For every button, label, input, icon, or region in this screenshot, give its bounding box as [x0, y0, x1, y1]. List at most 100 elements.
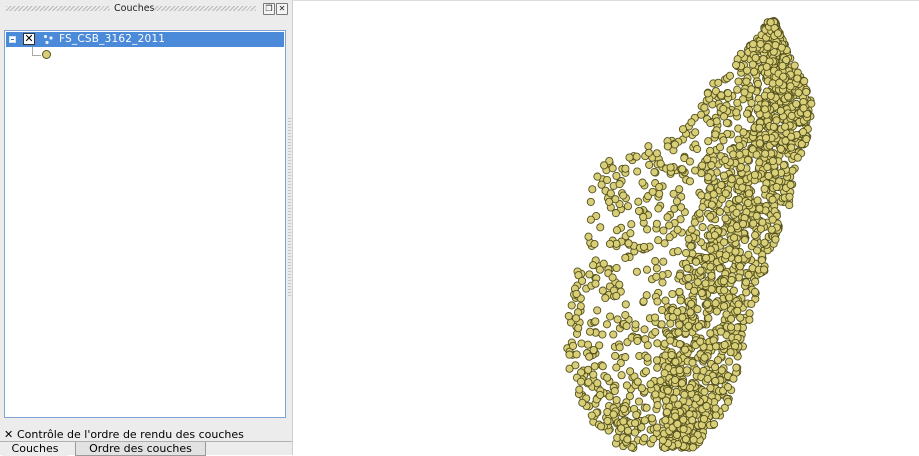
- render-order-label[interactable]: Contrôle de l'ordre de rendu des couches: [17, 428, 244, 442]
- point-feature: [734, 195, 743, 204]
- point-feature: [652, 149, 661, 158]
- point-feature: [733, 98, 742, 107]
- point-feature: [611, 209, 620, 218]
- point-feature: [761, 133, 771, 143]
- point-feature: [585, 327, 595, 336]
- point-feature: [593, 172, 602, 181]
- point-feature: [753, 196, 762, 205]
- layer-row[interactable]: ✕ FS_CSB_3162_2011: [6, 32, 284, 47]
- point-feature: [608, 273, 617, 282]
- point-feature: [760, 184, 769, 193]
- point-feature: [663, 386, 672, 395]
- point-feature: [605, 239, 615, 248]
- close-icon[interactable]: ✕: [276, 3, 288, 15]
- point-feature: [733, 85, 742, 94]
- point-feature: [617, 424, 626, 433]
- tab-ordre-des-couches[interactable]: Ordre des couches: [75, 442, 206, 456]
- point-feature: [621, 353, 630, 362]
- point-feature: [719, 112, 729, 121]
- point-feature: [784, 92, 793, 101]
- point-feature: [586, 215, 595, 224]
- layer-visibility-checkbox[interactable]: ✕: [23, 33, 35, 45]
- point-feature: [653, 423, 662, 432]
- point-feature: [625, 392, 634, 401]
- layer-name[interactable]: FS_CSB_3162_2011: [59, 32, 165, 47]
- point-feature: [585, 270, 594, 279]
- point-feature: [719, 136, 728, 145]
- point-feature: [596, 390, 605, 400]
- point-feature: [654, 236, 663, 245]
- point-feature: [677, 203, 686, 212]
- point-feature: [731, 247, 740, 256]
- point-feature: [715, 264, 724, 273]
- point-feature: [690, 218, 699, 227]
- point-feature: [686, 242, 696, 251]
- point-feature: [687, 225, 696, 234]
- point-feature: [652, 272, 661, 281]
- point-feature: [689, 435, 698, 444]
- point-feature: [605, 197, 614, 206]
- point-feature: [747, 85, 756, 94]
- point-feature: [711, 130, 720, 139]
- point-feature: [598, 286, 607, 295]
- point-feature: [657, 305, 667, 315]
- point-feature: [657, 320, 666, 329]
- point-feature: [683, 264, 692, 273]
- collapse-icon[interactable]: [9, 36, 16, 43]
- point-feature: [767, 225, 776, 234]
- float-window-icon[interactable]: ❐: [263, 3, 275, 15]
- point-feature: [724, 397, 733, 406]
- point-feature: [694, 322, 703, 331]
- layer-tree[interactable]: ✕ FS_CSB_3162_2011: [4, 30, 286, 418]
- point-feature: [644, 142, 653, 151]
- point-feature: [572, 314, 581, 323]
- point-feature: [656, 376, 665, 385]
- point-feature: [766, 91, 775, 100]
- point-feature: [584, 232, 593, 241]
- point-feature: [650, 168, 659, 177]
- point-feature: [725, 357, 734, 366]
- point-feature: [790, 61, 799, 70]
- point-feature: [663, 213, 672, 222]
- point-feature: [725, 71, 735, 80]
- point-feature: [740, 88, 749, 97]
- point-feature: [755, 139, 764, 148]
- point-feature: [632, 267, 641, 276]
- render-order-checkbox[interactable]: ✕: [4, 428, 15, 441]
- point-feature: [634, 397, 644, 406]
- point-feature: [588, 185, 597, 194]
- point-feature: [675, 185, 684, 194]
- point-feature: [667, 350, 676, 360]
- point-feature: [778, 61, 787, 70]
- point-feature: [632, 410, 641, 419]
- point-feature: [656, 159, 665, 168]
- point-feature: [720, 286, 729, 295]
- point-feature: [772, 182, 781, 192]
- point-feature: [727, 314, 736, 323]
- layers-panel-titlebar[interactable]: Couches ❐ ✕: [0, 0, 292, 17]
- point-feature: [632, 152, 641, 161]
- point-feature: [773, 29, 782, 38]
- point-feature: [696, 337, 705, 346]
- point-feature: [621, 164, 630, 173]
- point-feature: [642, 265, 652, 274]
- point-feature: [625, 153, 634, 162]
- point-feature: [753, 79, 763, 88]
- panel-resize-handle[interactable]: [288, 118, 291, 298]
- point-feature: [640, 434, 649, 443]
- map-canvas[interactable]: [292, 0, 919, 455]
- point-feature: [659, 257, 668, 266]
- point-feature: [585, 352, 594, 361]
- map-point-layer[interactable]: [293, 1, 919, 455]
- point-feature: [736, 262, 745, 271]
- point-feature: [589, 261, 598, 270]
- point-features: [563, 17, 816, 452]
- tab-couches[interactable]: Couches: [2, 442, 68, 456]
- point-feature: [649, 434, 658, 444]
- point-feature: [698, 161, 707, 170]
- point-feature: [679, 425, 688, 434]
- point-feature: [800, 77, 809, 86]
- point-feature: [673, 247, 682, 256]
- point-feature: [653, 363, 662, 372]
- point-feature: [695, 209, 704, 218]
